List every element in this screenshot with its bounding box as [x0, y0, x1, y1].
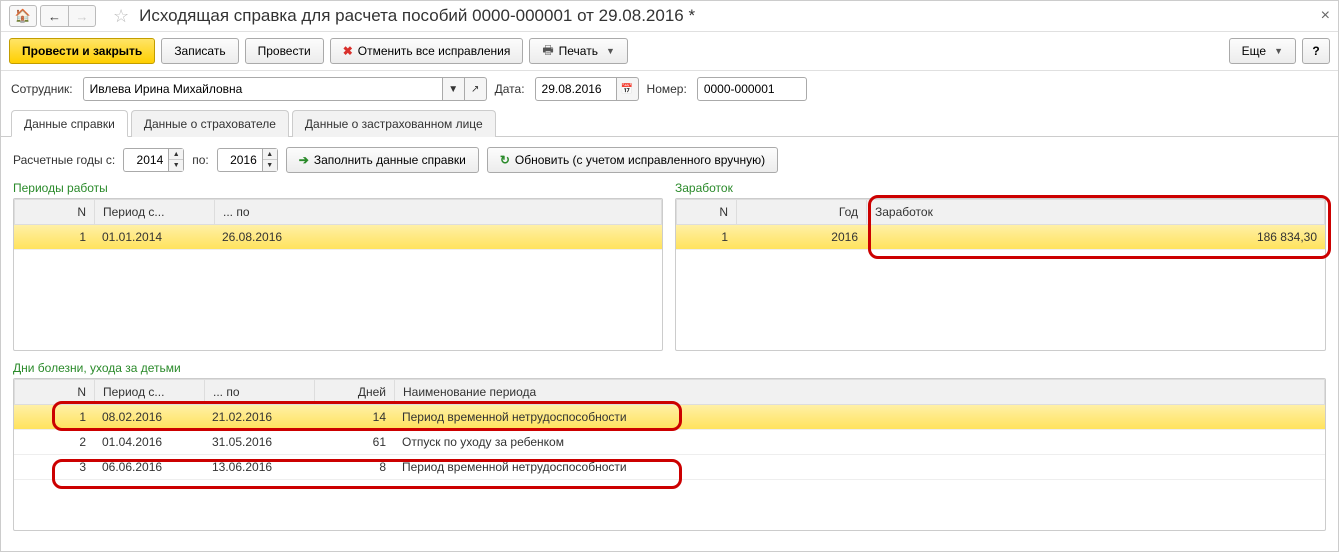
- cell-from: 01.01.2014: [94, 225, 214, 250]
- sickdays-table[interactable]: N Период с... ... по Дней Наименование п…: [14, 379, 1325, 405]
- col-year: Год: [737, 200, 867, 225]
- tab-insured-data[interactable]: Данные о застрахованном лице: [292, 110, 496, 137]
- periods-table[interactable]: N Период с... ... по: [14, 199, 662, 225]
- cell-from: 01.04.2016: [94, 430, 204, 455]
- col-name: Наименование периода: [395, 380, 1325, 405]
- col-n: N: [677, 200, 737, 225]
- cell-name: Отпуск по уходу за ребенком: [394, 430, 1325, 455]
- spin-down-icon[interactable]: ▼: [169, 160, 183, 171]
- cell-from: 08.02.2016: [94, 405, 204, 430]
- col-days: Дней: [315, 380, 395, 405]
- number-label: Номер:: [647, 82, 687, 96]
- table-row[interactable]: 2 01.04.2016 31.05.2016 61 Отпуск по ухо…: [14, 430, 1325, 455]
- dropdown-icon[interactable]: ▼: [443, 77, 465, 101]
- refresh-button[interactable]: ↻ Обновить (с учетом исправленного вручн…: [487, 147, 778, 173]
- post-button[interactable]: Провести: [245, 38, 324, 64]
- spin-down-icon[interactable]: ▼: [263, 160, 277, 171]
- table-row[interactable]: 1 08.02.2016 21.02.2016 14 Период времен…: [14, 405, 1325, 430]
- date-label: Дата:: [495, 82, 525, 96]
- forward-button[interactable]: →: [68, 5, 96, 27]
- close-icon[interactable]: ×: [1321, 7, 1330, 25]
- cell-from: 06.06.2016: [94, 455, 204, 480]
- col-from: Период с...: [95, 200, 215, 225]
- cell-days: 8: [314, 455, 394, 480]
- cancel-changes-button[interactable]: ✖ Отменить все исправления: [330, 38, 524, 64]
- printer-icon: 🖶: [542, 41, 553, 62]
- tab-reference-data[interactable]: Данные справки: [11, 110, 128, 137]
- periods-title: Периоды работы: [13, 181, 663, 195]
- cell-to: 13.06.2016: [204, 455, 314, 480]
- date-field[interactable]: [535, 77, 617, 101]
- col-to: ... по: [205, 380, 315, 405]
- arrow-right-icon: ➔: [299, 153, 309, 167]
- fill-button[interactable]: ➔ Заполнить данные справки: [286, 147, 479, 173]
- employee-field[interactable]: [83, 77, 443, 101]
- calendar-icon[interactable]: 📅: [617, 77, 639, 101]
- table-row[interactable]: 1 01.01.2014 26.08.2016: [14, 225, 662, 250]
- help-button[interactable]: ?: [1302, 38, 1330, 64]
- cell-to: 31.05.2016: [204, 430, 314, 455]
- cell-to: 21.02.2016: [204, 405, 314, 430]
- tab-insurer-data[interactable]: Данные о страхователе: [131, 110, 289, 137]
- titlebar: 🏠 ← → ☆ Исходящая справка для расчета по…: [1, 1, 1338, 32]
- cell-name: Период временной нетрудоспособности: [394, 405, 1325, 430]
- cell-to: 26.08.2016: [214, 225, 662, 250]
- cell-amount: 186 834,30: [866, 225, 1325, 250]
- print-button[interactable]: 🖶 Печать ▼: [529, 38, 628, 64]
- tab-body: Расчетные годы с: ▲▼ по: ▲▼ ➔ Заполнить …: [1, 137, 1338, 551]
- cancel-icon: ✖: [343, 44, 353, 58]
- form-row: Сотрудник: ▼ ↗ Дата: 📅 Номер:: [1, 71, 1338, 107]
- print-label: Печать: [559, 44, 598, 58]
- year-from-field[interactable]: [123, 148, 168, 172]
- table-row[interactable]: 3 06.06.2016 13.06.2016 8 Период временн…: [14, 455, 1325, 480]
- cell-n: 2: [14, 430, 94, 455]
- col-n: N: [15, 200, 95, 225]
- cell-year: 2016: [736, 225, 866, 250]
- fill-label: Заполнить данные справки: [314, 153, 466, 167]
- tabs: Данные справки Данные о страхователе Дан…: [1, 109, 1338, 137]
- refresh-icon: ↻: [500, 153, 510, 167]
- more-label: Еще: [1242, 44, 1266, 58]
- favorite-icon[interactable]: ☆: [113, 6, 129, 27]
- earnings-title: Заработок: [675, 181, 1326, 195]
- chevron-down-icon: ▼: [1274, 46, 1283, 56]
- back-button[interactable]: ←: [40, 5, 68, 27]
- cell-n: 1: [676, 225, 736, 250]
- year-to-label: по:: [192, 153, 209, 167]
- col-n: N: [15, 380, 95, 405]
- cancel-changes-label: Отменить все исправления: [358, 44, 511, 58]
- spin-up-icon[interactable]: ▲: [169, 149, 183, 160]
- years-subrow: Расчетные годы с: ▲▼ по: ▲▼ ➔ Заполнить …: [13, 147, 1326, 173]
- cell-n: 3: [14, 455, 94, 480]
- save-button[interactable]: Записать: [161, 38, 238, 64]
- col-amount: Заработок: [867, 200, 1325, 225]
- cell-n: 1: [14, 225, 94, 250]
- post-and-close-button[interactable]: Провести и закрыть: [9, 38, 155, 64]
- year-to-field[interactable]: [217, 148, 262, 172]
- refresh-label: Обновить (с учетом исправленного вручную…: [515, 153, 765, 167]
- cell-days: 61: [314, 430, 394, 455]
- open-icon[interactable]: ↗: [465, 77, 487, 101]
- cell-name: Период временной нетрудоспособности: [394, 455, 1325, 480]
- home-button[interactable]: 🏠: [9, 5, 37, 27]
- cell-n: 1: [14, 405, 94, 430]
- years-from-label: Расчетные годы с:: [13, 153, 115, 167]
- number-field[interactable]: [697, 77, 807, 101]
- chevron-down-icon: ▼: [606, 46, 615, 56]
- cell-days: 14: [314, 405, 394, 430]
- sickdays-title: Дни болезни, ухода за детьми: [13, 361, 1326, 375]
- employee-label: Сотрудник:: [11, 82, 73, 96]
- col-to: ... по: [215, 200, 662, 225]
- table-row[interactable]: 1 2016 186 834,30: [676, 225, 1325, 250]
- toolbar: Провести и закрыть Записать Провести ✖ О…: [1, 32, 1338, 71]
- more-button[interactable]: Еще ▼: [1229, 38, 1296, 64]
- earnings-table[interactable]: N Год Заработок: [676, 199, 1325, 225]
- window-title: Исходящая справка для расчета пособий 00…: [139, 6, 695, 26]
- spin-up-icon[interactable]: ▲: [263, 149, 277, 160]
- col-from: Период с...: [95, 380, 205, 405]
